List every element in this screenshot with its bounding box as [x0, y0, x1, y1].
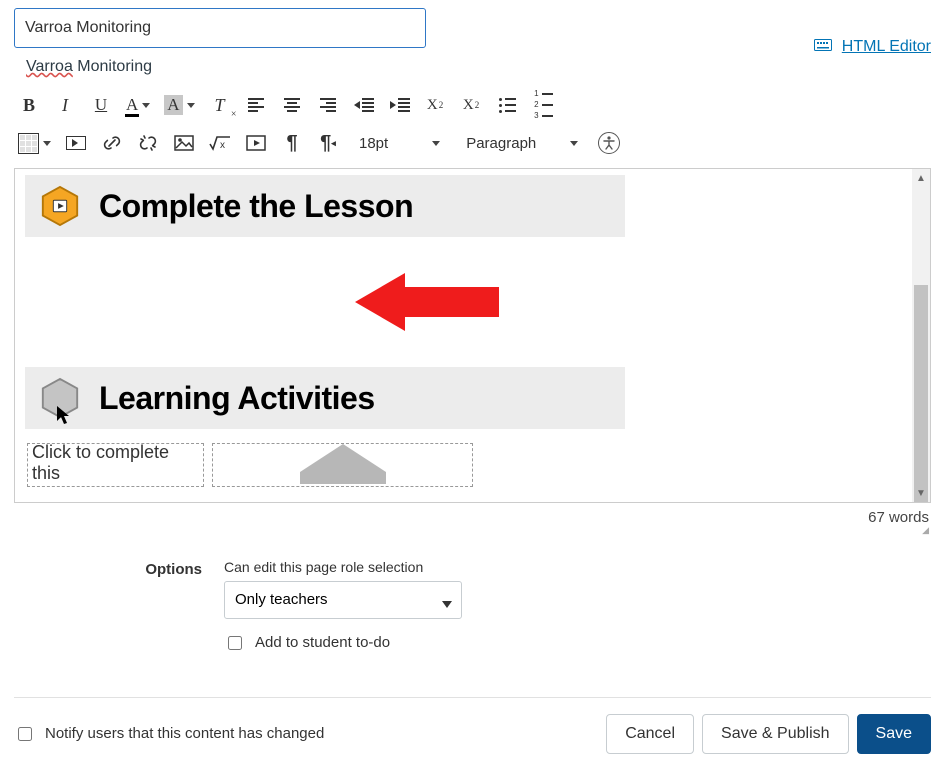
underline-button[interactable]: U [90, 92, 112, 118]
italic-button[interactable]: I [54, 92, 76, 118]
equation-button[interactable]: x [209, 130, 231, 156]
image-button[interactable] [173, 130, 195, 156]
link-button[interactable] [101, 130, 123, 156]
options-section-label: Options [132, 559, 202, 578]
play-hexagon-icon [39, 185, 81, 227]
page-title-overlay: Varroa Monitoring [14, 48, 164, 86]
learning-activities-banner: Learning Activities [25, 367, 625, 429]
notify-users-checkbox[interactable] [18, 727, 32, 741]
editor-content-area[interactable]: Complete the Lesson Learning Activities … [14, 168, 931, 503]
text-color-button[interactable]: A [126, 92, 150, 118]
word-count: 67 words [14, 509, 929, 526]
background-color-button[interactable]: A [164, 92, 194, 118]
resize-grip-icon[interactable]: ◢ [14, 528, 929, 533]
cursor-icon [55, 405, 71, 425]
role-selection-label: Can edit this page role selection [224, 559, 462, 575]
edit-role-select[interactable]: Only teachers [224, 581, 462, 619]
add-to-todo-option[interactable]: Add to student to-do [224, 633, 462, 653]
keyboard-icon [814, 38, 836, 55]
editor-scrollbar[interactable]: ▲ ▼ [912, 169, 930, 502]
notify-users-option[interactable]: Notify users that this content has chang… [14, 724, 324, 744]
bold-button[interactable]: B [18, 92, 40, 118]
subscript-button[interactable]: X2 [461, 92, 483, 118]
align-left-button[interactable] [245, 92, 267, 118]
placeholder-cell-shape[interactable] [212, 443, 473, 487]
add-to-todo-checkbox[interactable] [228, 636, 242, 650]
embed-video-button[interactable] [245, 130, 267, 156]
align-center-button[interactable] [281, 92, 303, 118]
indent-button[interactable] [389, 92, 411, 118]
svg-text:x: x [220, 140, 225, 151]
html-editor-toggle[interactable]: HTML Editor [814, 38, 931, 56]
placeholder-cell-text[interactable]: Click to complete this [27, 443, 204, 487]
activities-hexagon-icon [39, 377, 81, 419]
scroll-thumb[interactable] [914, 285, 928, 503]
rtl-button[interactable]: ¶◂ [317, 130, 339, 156]
cancel-button[interactable]: Cancel [606, 714, 694, 754]
superscript-button[interactable]: X2 [425, 92, 447, 118]
unlink-button[interactable] [137, 130, 159, 156]
scroll-up-button[interactable]: ▲ [912, 169, 930, 187]
accessibility-checker-button[interactable] [598, 130, 620, 156]
clear-formatting-button[interactable]: T× [209, 92, 231, 118]
media-button[interactable] [65, 130, 87, 156]
bullet-list-button[interactable] [497, 92, 519, 118]
block-format-dropdown[interactable]: Paragraph [460, 133, 584, 154]
table-button[interactable] [18, 130, 51, 156]
ltr-button[interactable]: ¶ [281, 130, 303, 156]
align-right-button[interactable] [317, 92, 339, 118]
save-button[interactable]: Save [857, 714, 931, 754]
page-title-input[interactable] [14, 8, 426, 48]
complete-lesson-banner: Complete the Lesson [25, 175, 625, 237]
red-left-arrow-icon [355, 273, 902, 331]
font-size-dropdown[interactable]: 18pt [353, 133, 446, 154]
numbered-list-button[interactable]: 123 [533, 92, 555, 118]
editor-toolbar: B I U A A T× X2 X2 123 x ¶ ¶◂ 18pt Parag… [14, 84, 931, 168]
scroll-down-button[interactable]: ▼ [912, 484, 930, 502]
save-and-publish-button[interactable]: Save & Publish [702, 714, 849, 754]
outdent-button[interactable] [353, 92, 375, 118]
